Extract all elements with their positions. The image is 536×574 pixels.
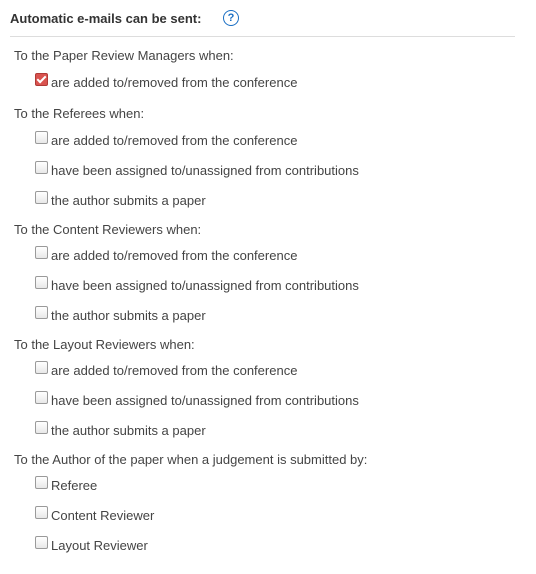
checkbox[interactable] (35, 361, 48, 374)
option-judgement-layout-reviewer[interactable]: Layout Reviewer (35, 536, 148, 553)
option-judgement-referee[interactable]: Referee (35, 476, 98, 493)
option-label: have been assigned to/unassigned from co… (51, 393, 359, 408)
checkbox[interactable] (35, 161, 48, 174)
section-label-paper-review-managers: To the Paper Review Managers when: (14, 48, 234, 63)
option-label: are added to/removed from the conference (51, 133, 298, 148)
option-label: have been assigned to/unassigned from co… (51, 163, 359, 178)
option-label: Content Reviewer (51, 508, 155, 523)
checkbox[interactable] (35, 536, 48, 549)
option-content-assigned[interactable]: have been assigned to/unassigned from co… (35, 276, 359, 293)
option-label: have been assigned to/unassigned from co… (51, 278, 359, 293)
checkbox[interactable] (35, 191, 48, 204)
option-judgement-content-reviewer[interactable]: Content Reviewer (35, 506, 155, 523)
checkbox[interactable] (35, 421, 48, 434)
option-prm-added-removed[interactable]: are added to/removed from the conference (35, 73, 298, 90)
option-referees-author-submits[interactable]: the author submits a paper (35, 191, 206, 208)
section-label-layout-reviewers: To the Layout Reviewers when: (14, 337, 195, 352)
option-layout-added-removed[interactable]: are added to/removed from the conference (35, 361, 298, 378)
option-label: the author submits a paper (51, 423, 206, 438)
option-label: Layout Reviewer (51, 538, 148, 553)
checkbox[interactable] (35, 276, 48, 289)
option-layout-author-submits[interactable]: the author submits a paper (35, 421, 206, 438)
option-label: the author submits a paper (51, 308, 206, 323)
checkbox[interactable] (35, 131, 48, 144)
section-label-content-reviewers: To the Content Reviewers when: (14, 222, 202, 237)
option-label: the author submits a paper (51, 193, 206, 208)
checkbox[interactable] (35, 506, 48, 519)
header-title: Automatic e-mails can be sent: (10, 11, 202, 26)
option-label: are added to/removed from the conference (51, 248, 298, 263)
option-content-author-submits[interactable]: the author submits a paper (35, 306, 206, 323)
settings-header: Automatic e-mails can be sent: ? (10, 9, 515, 37)
option-referees-added-removed[interactable]: are added to/removed from the conference (35, 131, 298, 148)
section-label-referees: To the Referees when: (14, 106, 145, 121)
option-referees-assigned[interactable]: have been assigned to/unassigned from co… (35, 161, 359, 178)
checkbox[interactable] (35, 476, 48, 489)
help-icon[interactable]: ? (223, 10, 239, 26)
option-content-added-removed[interactable]: are added to/removed from the conference (35, 246, 298, 263)
checkbox[interactable] (35, 391, 48, 404)
section-label-author-judgement: To the Author of the paper when a judgem… (14, 452, 368, 467)
checkbox[interactable] (35, 246, 48, 259)
option-label: are added to/removed from the conference (51, 75, 298, 90)
checkbox[interactable] (35, 306, 48, 319)
option-label: Referee (51, 478, 98, 493)
option-label: are added to/removed from the conference (51, 363, 298, 378)
option-layout-assigned[interactable]: have been assigned to/unassigned from co… (35, 391, 359, 408)
checkbox[interactable] (35, 73, 48, 86)
